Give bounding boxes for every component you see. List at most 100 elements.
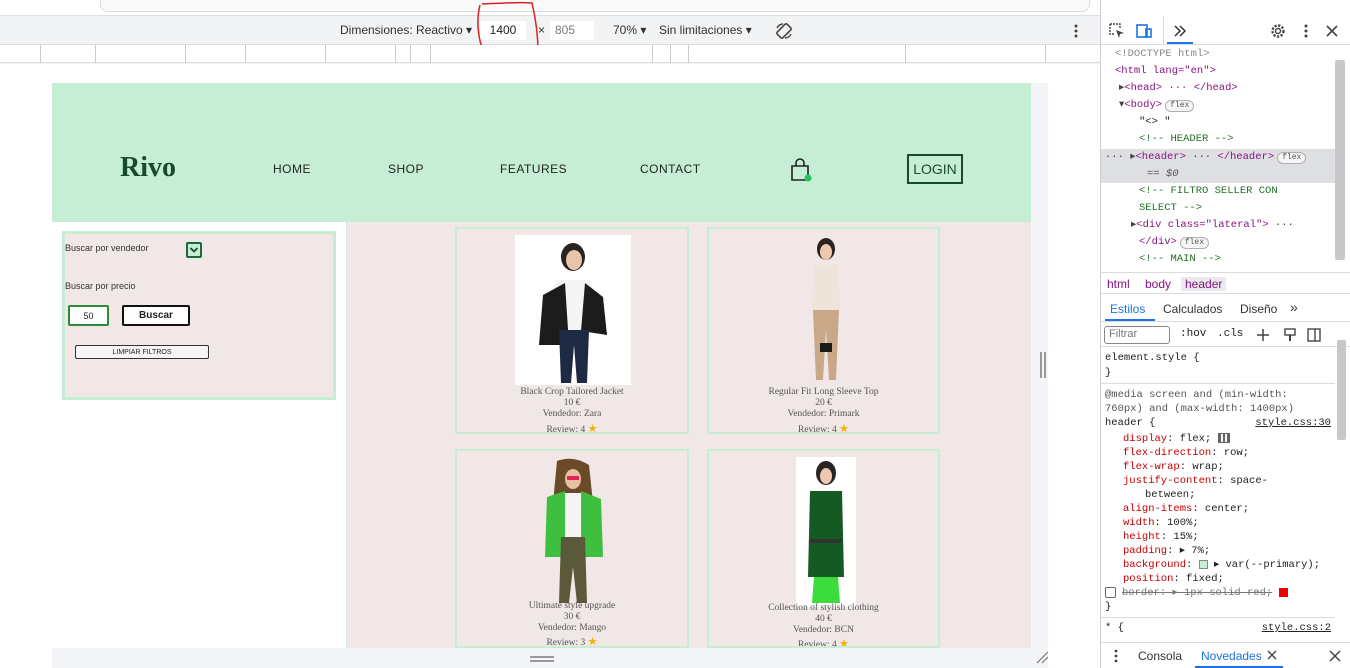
product-price: 10 € bbox=[563, 398, 581, 408]
hov-toggle[interactable]: :hov bbox=[1180, 328, 1206, 340]
dom-breadcrumb: html body header bbox=[1101, 272, 1350, 294]
dom-doctype[interactable]: <!DOCTYPE html> bbox=[1101, 46, 1336, 63]
tab-console[interactable]: Consola bbox=[1138, 649, 1182, 663]
more-options-icon[interactable] bbox=[1070, 22, 1082, 40]
styles-scrollbar[interactable] bbox=[1337, 340, 1346, 440]
close-tab-icon[interactable] bbox=[1267, 650, 1277, 660]
dom-comment-main[interactable]: <!-- MAIN --> bbox=[1101, 251, 1336, 268]
nav-features[interactable]: FEATURES bbox=[500, 162, 567, 176]
rotate-icon[interactable] bbox=[775, 22, 793, 40]
product-card[interactable]: Regular Fit Long Sleeve Top 20 € Vendedo… bbox=[707, 227, 940, 434]
tab-layout[interactable]: Diseño bbox=[1240, 302, 1277, 316]
css-prop-width[interactable]: width: 100%; bbox=[1105, 516, 1335, 530]
browser-chrome-top bbox=[0, 0, 1100, 16]
color-swatch[interactable] bbox=[1198, 559, 1208, 569]
dom-body[interactable]: ▾<body> flex bbox=[1101, 97, 1336, 114]
search-button[interactable]: Buscar bbox=[122, 305, 190, 326]
nav-shop[interactable]: SHOP bbox=[388, 162, 424, 176]
dom-scrollbar[interactable] bbox=[1335, 60, 1345, 260]
dom-div-lateral[interactable]: ▸<div class="lateral"> ··· bbox=[1101, 217, 1336, 234]
close-icon[interactable] bbox=[1323, 22, 1341, 40]
product-review: Review: 4 ★ bbox=[709, 637, 938, 648]
breadcrumb-body[interactable]: body bbox=[1145, 277, 1171, 291]
sidebar-toggle-icon[interactable] bbox=[1306, 327, 1322, 343]
dom-comment-filter-2[interactable]: SELECT --> bbox=[1101, 200, 1336, 217]
device-toolbar-icon[interactable] bbox=[1135, 22, 1153, 40]
devtools-panel: <!DOCTYPE html> <html lang="en"> ▸<head>… bbox=[1100, 0, 1350, 668]
throttle-select[interactable]: Sin limitaciones ▾ bbox=[659, 23, 752, 37]
flexbox-editor-icon[interactable] bbox=[1217, 433, 1230, 444]
cls-toggle[interactable]: .cls bbox=[1217, 328, 1243, 340]
tab-styles[interactable]: Estilos bbox=[1110, 302, 1145, 316]
dom-div-close[interactable]: </div> flex bbox=[1101, 234, 1336, 251]
tab-more[interactable]: » bbox=[1290, 299, 1298, 315]
css-media-2: 760px) and (max-width: 1400px) bbox=[1105, 403, 1295, 415]
css-prop-flex-wrap[interactable]: flex-wrap: wrap; bbox=[1105, 460, 1335, 474]
star-icon: ★ bbox=[587, 423, 598, 434]
css-element-style[interactable]: element.style { bbox=[1105, 351, 1335, 365]
star-icon: ★ bbox=[839, 638, 850, 648]
drawer-menu-icon[interactable] bbox=[1111, 648, 1121, 664]
dom-comment-filter[interactable]: <!-- FILTRO SELLER CON bbox=[1101, 183, 1336, 200]
seller-select[interactable] bbox=[186, 242, 202, 258]
product-name[interactable]: Ultimate style upgrade bbox=[457, 601, 687, 611]
dom-head[interactable]: ▸<head> ··· </head> bbox=[1101, 80, 1336, 97]
resize-handle-right[interactable] bbox=[1040, 352, 1046, 378]
css-prop-display[interactable]: display: flex; bbox=[1105, 432, 1335, 446]
css-source-link[interactable]: style.css:30 bbox=[1255, 416, 1331, 430]
more-tabs-icon[interactable] bbox=[1171, 22, 1189, 40]
gear-icon[interactable] bbox=[1269, 22, 1287, 40]
site-logo[interactable]: Rivo bbox=[120, 152, 176, 184]
dom-comment-header[interactable]: <!-- HEADER --> bbox=[1101, 131, 1336, 148]
price-input[interactable]: 50 bbox=[68, 305, 109, 326]
css-prop-flex-direction[interactable]: flex-direction: row; bbox=[1105, 446, 1335, 460]
breadcrumb-header[interactable]: header bbox=[1181, 277, 1227, 291]
tab-whats-new[interactable]: Novedades bbox=[1201, 649, 1262, 663]
css-prop-position[interactable]: position: fixed; bbox=[1105, 572, 1335, 586]
css-prop-justify-content[interactable]: justify-content: space- bbox=[1105, 474, 1335, 488]
clear-filters-button[interactable]: LIMPIAR FILTROS bbox=[75, 345, 209, 359]
color-swatch-red[interactable] bbox=[1278, 587, 1288, 597]
css-prop-border-disabled[interactable]: border: ▸ 1px solid red; bbox=[1105, 586, 1335, 600]
resize-handle-bottom[interactable] bbox=[530, 656, 554, 662]
property-checkbox[interactable] bbox=[1105, 586, 1116, 598]
star-icon: ★ bbox=[839, 423, 850, 434]
tab-computed[interactable]: Calculados bbox=[1163, 302, 1222, 316]
price-filter-label: Buscar por precio bbox=[65, 281, 136, 291]
login-button[interactable]: LOGIN bbox=[907, 154, 963, 184]
close-drawer-icon[interactable] bbox=[1329, 650, 1341, 662]
viewport-height-input[interactable]: 805 bbox=[550, 21, 594, 40]
product-review: Review: 4 ★ bbox=[709, 422, 938, 434]
product-seller: Vendedor: Primark bbox=[787, 409, 860, 419]
dom-text-node[interactable]: "<> " bbox=[1101, 114, 1336, 131]
more-options-icon[interactable] bbox=[1297, 22, 1315, 40]
product-card[interactable]: Ultimate style upgrade 30 € Vendedor: Ma… bbox=[455, 449, 689, 648]
inspect-element-icon[interactable] bbox=[1108, 22, 1126, 40]
css-prop-height[interactable]: height: 15%; bbox=[1105, 530, 1335, 544]
product-card[interactable]: Black Crop Tailored Jacket 10 € Vendedor… bbox=[455, 227, 689, 434]
product-name[interactable]: Collection of stylish clothing bbox=[709, 603, 938, 613]
dimensions-select[interactable]: Dimensiones: Reactivo ▾ bbox=[340, 23, 472, 37]
resize-handle-corner[interactable] bbox=[1035, 650, 1049, 664]
product-name[interactable]: Black Crop Tailored Jacket bbox=[457, 387, 687, 397]
product-photo-top bbox=[796, 235, 856, 385]
breadcrumb-html[interactable]: html bbox=[1107, 277, 1130, 291]
dom-html[interactable]: <html lang="en"> bbox=[1101, 63, 1336, 80]
css-prop-background[interactable]: background: ▸ var(--primary); bbox=[1105, 558, 1335, 572]
nav-contact[interactable]: CONTACT bbox=[640, 162, 701, 176]
product-name[interactable]: Regular Fit Long Sleeve Top bbox=[709, 387, 938, 397]
plus-icon[interactable] bbox=[1255, 327, 1271, 343]
paint-brush-icon[interactable] bbox=[1282, 327, 1298, 343]
shopping-bag-icon[interactable] bbox=[789, 157, 813, 183]
css-prop-padding[interactable]: padding: ▸ 7%; bbox=[1105, 544, 1335, 558]
styles-filter-input[interactable]: Filtrar bbox=[1104, 326, 1170, 344]
nav-home[interactable]: HOME bbox=[273, 162, 311, 176]
product-card[interactable]: Collection of stylish clothing 40 € Vend… bbox=[707, 449, 940, 648]
css-universal-selector[interactable]: * {style.css:2 bbox=[1105, 621, 1335, 635]
site-header bbox=[52, 83, 1031, 222]
css-source-link-2[interactable]: style.css:2 bbox=[1262, 621, 1331, 635]
css-prop-align-items[interactable]: align-items: center; bbox=[1105, 502, 1335, 516]
zoom-select[interactable]: 70% ▾ bbox=[613, 23, 646, 37]
css-selector[interactable]: header {style.css:30 bbox=[1105, 416, 1335, 430]
dom-header-selected[interactable]: ··· ▸<header> ··· </header> flex == $0 bbox=[1101, 149, 1336, 183]
